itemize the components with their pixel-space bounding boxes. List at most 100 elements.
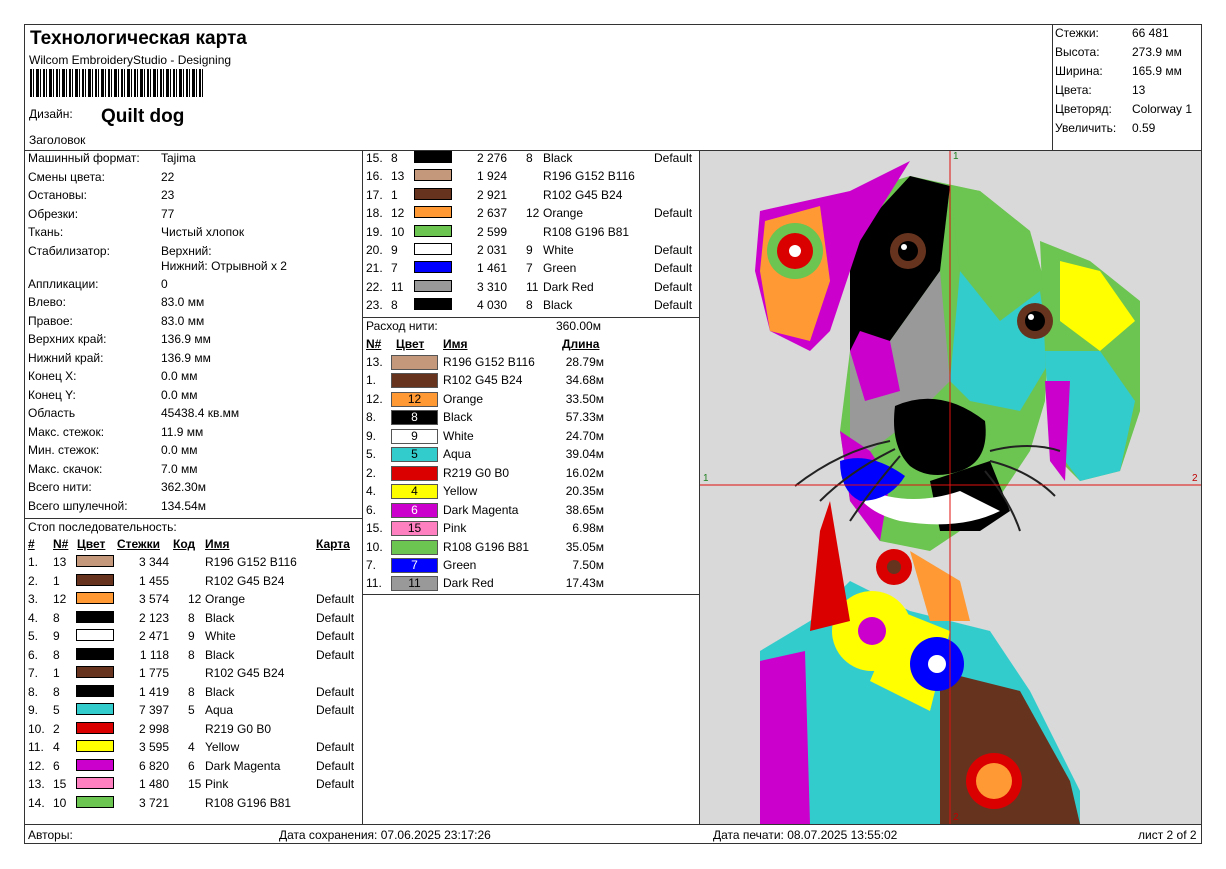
usage-name: Green: [443, 557, 477, 572]
stop-divider: [363, 317, 699, 318]
usage-length: 28.79м: [565, 355, 604, 369]
usage-n: 5.: [366, 447, 377, 462]
usage-n: 4.: [366, 484, 377, 499]
info-value: 136.9 мм: [161, 350, 211, 365]
info-value: 22: [161, 169, 175, 184]
stop-row: 4. 8 2 123 8 Black Default: [25, 610, 363, 629]
stop-stitches: 2 599: [476, 224, 507, 239]
info-key: Макс. скачок:: [28, 461, 103, 476]
info-divider: [25, 518, 362, 519]
stop-code: 12: [526, 206, 540, 221]
stop-num: 23.: [366, 298, 383, 313]
summary-value: Colorway 1: [1132, 102, 1193, 116]
info-row: Стабилизатор: Верхний: Нижний: Отрывной x …: [28, 244, 363, 273]
stop-color-swatch: [76, 610, 114, 623]
stop-stitches: 1 924: [476, 169, 507, 184]
stop-code: 8: [188, 610, 195, 625]
stop-name: Black: [205, 684, 235, 699]
info-row: Смены цвета: 22: [28, 170, 363, 188]
usage-length: 7.50м: [572, 557, 604, 572]
info-value: 0.0 мм: [161, 443, 198, 457]
stop-chart: Default: [316, 629, 355, 643]
info-key: Правое:: [28, 313, 73, 328]
stop-n: 8: [53, 610, 60, 625]
col-num: #: [28, 537, 35, 551]
usage-table-header: N# Цвет Имя Длина: [363, 337, 699, 355]
stop-stitches: 2 998: [138, 721, 169, 736]
stop-stitches: 3 310: [476, 279, 507, 294]
usage-table: 13. R196 G152 B116 28.79м 1. R102 G45 B24 34.…: [363, 355, 699, 595]
software-name: Wilcom EmbroideryStudio - Designing: [29, 53, 232, 67]
stop-num: 21.: [366, 261, 383, 276]
usage-row: 8. 8 Black 57.33м: [363, 410, 699, 428]
stop-chart: Default: [654, 243, 693, 257]
stop-code: 7: [526, 261, 533, 276]
usage-n: 1.: [366, 373, 377, 388]
stop-name: R196 G152 B116: [543, 169, 635, 184]
marker-right: 2: [1192, 473, 1198, 484]
usage-n: 9.: [366, 428, 377, 443]
stop-code: 9: [188, 629, 195, 643]
stop-color-swatch: [414, 169, 452, 182]
usage-col-n: N#: [366, 337, 382, 351]
stop-color-swatch: [76, 573, 114, 586]
stop-stitches: 2 637: [476, 206, 507, 221]
col-chart: Карта: [316, 537, 350, 551]
footer-saved-date: Дата сохранения: 07.06.2025 23:17:26: [279, 828, 491, 842]
col-n: N#: [53, 537, 69, 551]
info-value: 83.0 мм: [161, 295, 205, 309]
summary-divider: [1052, 25, 1053, 150]
stop-n: 9: [53, 629, 60, 643]
stop-n: 10: [53, 795, 67, 810]
stop-name: Black: [543, 298, 573, 313]
stop-code: 5: [188, 703, 195, 717]
stop-row: 7. 1 1 775 R102 G45 B24: [25, 666, 363, 684]
stop-n: 13: [391, 169, 405, 184]
stop-row: 2. 1 1 455 R102 G45 B24: [25, 573, 363, 592]
stop-name: R102 G45 B24: [543, 187, 623, 202]
stop-stitches: 2 031: [476, 243, 507, 257]
stop-stitches: 2 123: [138, 610, 169, 625]
stop-color-swatch: [76, 629, 114, 641]
usage-length: 16.02м: [565, 465, 604, 480]
stop-num: 1.: [28, 555, 39, 569]
usage-length: 33.50м: [565, 391, 604, 406]
usage-col-color: Цвет: [396, 337, 425, 351]
usage-n: 12.: [366, 391, 383, 406]
stop-n: 8: [391, 298, 398, 313]
usage-name: R108 G196 B81: [443, 539, 530, 554]
stop-row: 23. 8 4 030 8 Black Default: [363, 298, 701, 316]
stop-table-header: # N# Цвет Стежки Код Имя Карта: [25, 537, 362, 555]
info-row: Обрезки: 77: [28, 207, 363, 225]
stop-row: 3. 12 3 574 12 Orange Default: [25, 592, 363, 610]
info-row: Верхних край: 136.9 мм: [28, 332, 363, 350]
usage-color-swatch: [391, 539, 438, 555]
stop-name: White: [543, 243, 574, 257]
stop-color-swatch: [76, 684, 114, 697]
stop-stitches: 7 397: [138, 703, 169, 717]
stop-stitches: 1 118: [139, 647, 169, 662]
stop-n: 1: [53, 666, 60, 680]
usage-length: 20.35м: [565, 484, 604, 499]
thread-usage-label: Расход нити:: [366, 319, 438, 333]
stop-num: 13.: [28, 777, 45, 791]
info-key: Всего шпулечной:: [28, 498, 128, 513]
stop-name: Black: [205, 610, 235, 625]
usage-col-length: Длина: [562, 337, 600, 351]
stop-color-swatch: [76, 777, 114, 789]
stop-stitches: 2 921: [476, 187, 507, 202]
usage-color-swatch: 6: [391, 502, 438, 518]
stop-num: 7.: [28, 666, 39, 680]
info-value: Чистый хлопок: [161, 225, 245, 239]
stop-row: 22. 11 3 310 11 Dark Red Default: [363, 279, 701, 298]
barcode-image: [30, 69, 203, 97]
usage-length: 24.70м: [565, 428, 604, 443]
stop-n: 8: [53, 647, 60, 662]
stop-n: 5: [53, 703, 60, 717]
usage-row: 2. R219 G0 B0 16.02м: [363, 465, 699, 484]
stop-color-swatch: [76, 703, 114, 715]
worksheet-page: Технологическая карта Wilcom EmbroideryS…: [24, 24, 1202, 844]
footer-sheet-number: лист 2 of 2: [1138, 828, 1197, 842]
stop-table-part-1: 1. 13 3 344 R196 G152 B116 2. 1 1 455 R102 G45 …: [25, 555, 362, 815]
info-row: Аппликации: 0: [28, 277, 363, 295]
